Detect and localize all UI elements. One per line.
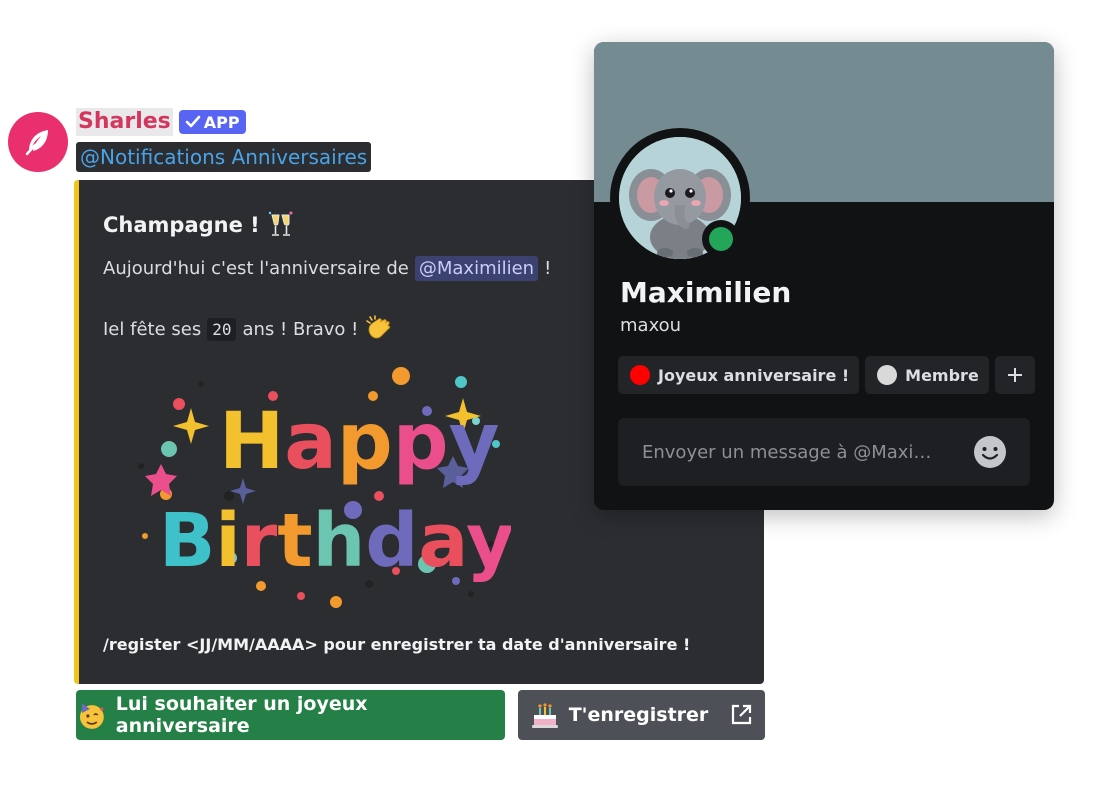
happy-text: Happy	[219, 397, 499, 487]
message-header: Sharles APP	[76, 108, 246, 136]
profile-username: maxou	[620, 315, 682, 336]
role-mention[interactable]: @Notifications Anniversaires	[76, 142, 372, 172]
embed-line1-suffix: !	[544, 258, 552, 279]
embed-line2-suffix: ans ! Bravo !	[242, 318, 359, 340]
checkmark-icon	[185, 115, 201, 128]
profile-roles: Joyeux anniversaire ! Membre	[618, 356, 1035, 394]
embed-line2-prefix: Iel fête ses	[103, 318, 202, 340]
birthday-text: Birthday!	[159, 498, 511, 584]
clapping-hands-icon	[366, 315, 391, 339]
partying-face-icon	[79, 703, 104, 729]
role-color-dot	[630, 365, 650, 385]
message-placeholder: Envoyer un message à @Maxi…	[642, 441, 932, 463]
embed-footer: /register <JJ/MM/AAAA> pour enregistrer …	[103, 635, 691, 654]
emoji-picker-icon[interactable]	[972, 434, 1008, 470]
app-badge-label: APP	[203, 112, 240, 132]
embed-line1-prefix: Aujourd'hui c'est l'anniversaire de	[103, 258, 409, 279]
role-color-dot	[877, 365, 898, 385]
register-button[interactable]: T'enregistrer	[518, 690, 765, 740]
role-name: Joyeux anniversaire !	[658, 365, 850, 385]
register-label: T'enregistrer	[568, 704, 709, 726]
profile-popout: Maximilien maxou Joyeux anniversaire ! M…	[594, 42, 1054, 510]
app-badge: APP	[178, 110, 246, 134]
wish-birthday-button[interactable]: Lui souhaiter un joyeux anniversaire	[76, 690, 505, 740]
direct-message-input[interactable]: Envoyer un message à @Maxi…	[618, 418, 1030, 486]
online-status-indicator	[702, 220, 740, 258]
bot-avatar[interactable]	[8, 112, 68, 172]
embed-age-line: Iel fête ses 20 ans ! Bravo !	[103, 314, 394, 344]
embed-title-text: Champagne !	[103, 213, 260, 237]
wish-birthday-label: Lui souhaiter un joyeux anniversaire	[115, 693, 368, 737]
plus-icon	[1007, 368, 1022, 382]
profile-display-name: Maximilien	[620, 276, 792, 309]
add-role-button[interactable]	[994, 356, 1035, 394]
happy-birthday-image: Happy Birthday!	[138, 367, 511, 608]
champagne-glasses-icon	[268, 211, 293, 236]
role-pill-membre[interactable]: Membre	[865, 356, 989, 394]
author-name[interactable]: Sharles	[76, 108, 173, 136]
birthday-cake-icon	[531, 703, 558, 728]
user-mention[interactable]: @Maximilien	[414, 256, 539, 281]
feather-icon	[25, 130, 48, 156]
embed-birthday-line: Aujourd'hui c'est l'anniversaire de @Max…	[103, 256, 551, 281]
role-pill-birthday[interactable]: Joyeux anniversaire !	[618, 356, 860, 394]
role-name: Membre	[905, 365, 979, 385]
embed-title: Champagne !	[103, 210, 296, 240]
external-link-icon	[732, 704, 752, 725]
age-code: 20	[207, 317, 237, 341]
